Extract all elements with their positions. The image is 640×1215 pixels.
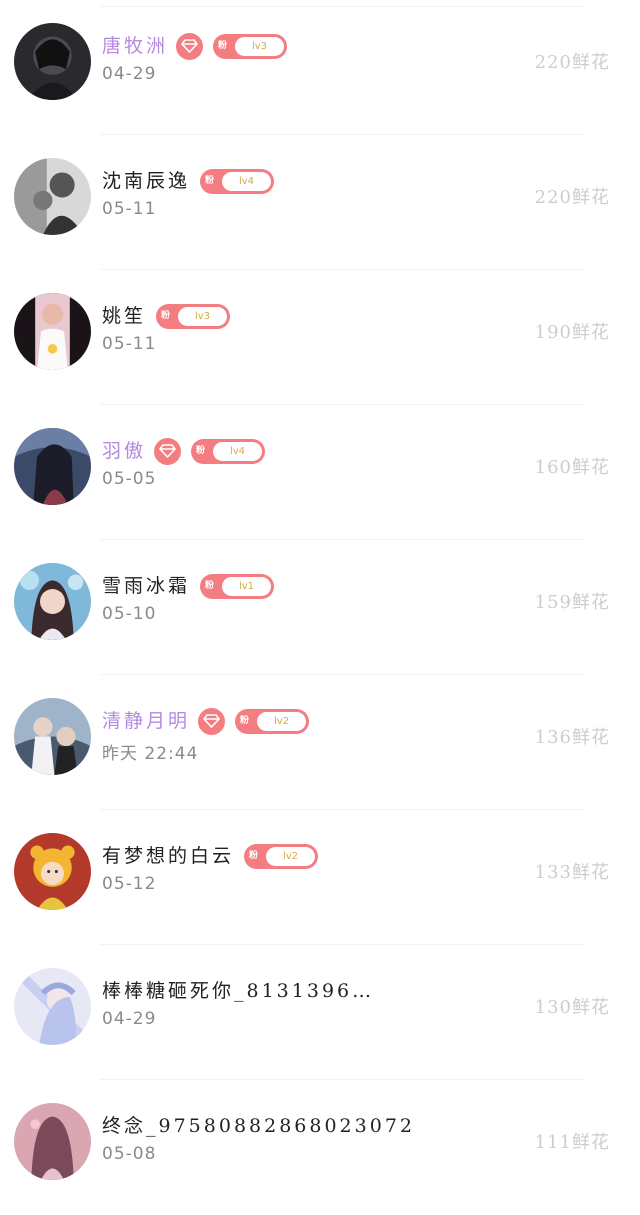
flower-count: 190鲜花 — [535, 318, 610, 344]
fan-tag: 粉 — [196, 445, 206, 456]
flower-value: 220 — [534, 52, 572, 73]
date: 05-10 — [102, 604, 157, 624]
fan-level-badge: 粉 lv3 — [213, 33, 288, 59]
flower-count: 159鲜花 — [535, 588, 610, 614]
flower-count: 133鲜花 — [535, 858, 610, 884]
avatar[interactable] — [14, 968, 91, 1045]
fan-tag: 粉 — [218, 40, 228, 51]
list-item[interactable]: 清静月明 粉 lv2 昨天 22:44 136鲜花 — [0, 675, 640, 810]
date: 05-11 — [102, 334, 157, 354]
avatar[interactable] — [14, 1103, 91, 1180]
avatar[interactable] — [14, 698, 91, 775]
flower-unit: 鲜花 — [572, 727, 610, 748]
flower-count: 111鲜花 — [535, 1128, 610, 1154]
flower-count: 136鲜花 — [535, 723, 610, 749]
fan-tag: 粉 — [205, 580, 215, 591]
flower-unit: 鲜花 — [572, 187, 610, 208]
fan-tag: 粉 — [240, 715, 250, 726]
list-item[interactable]: 雪雨冰霜 粉 lv1 05-10 159鲜花 — [0, 540, 640, 675]
diamond-icon — [176, 32, 204, 60]
diamond-icon — [198, 707, 226, 735]
flower-value: 133 — [534, 862, 572, 883]
user-name[interactable]: 雪雨冰霜 — [102, 571, 190, 601]
user-name[interactable]: 唐牧洲 — [102, 31, 168, 61]
name-line: 清静月明 粉 lv2 — [102, 706, 310, 736]
flower-value: 111 — [534, 1132, 572, 1153]
flower-unit: 鲜花 — [572, 1132, 610, 1153]
flower-count: 220鲜花 — [535, 183, 610, 209]
name-line: 羽傲 粉 lv4 — [102, 436, 266, 466]
user-name[interactable]: 棒棒糖砸死你_8131396… — [102, 976, 374, 1006]
date: 05-08 — [102, 1144, 157, 1164]
fan-level: lv1 — [238, 580, 255, 592]
user-name[interactable]: 姚笙 — [102, 301, 146, 331]
fan-level-badge: 粉 lv2 — [244, 843, 319, 869]
name-line: 沈南辰逸 粉 lv4 — [102, 166, 275, 196]
name-line: 棒棒糖砸死你_8131396… — [102, 976, 374, 1006]
fan-level-badge: 粉 lv4 — [191, 438, 266, 464]
date: 05-05 — [102, 469, 157, 489]
list-item[interactable]: 羽傲 粉 lv4 05-05 160鲜花 — [0, 405, 640, 540]
fan-level: lv3 — [194, 310, 211, 322]
avatar[interactable] — [14, 428, 91, 505]
user-name[interactable]: 终念_97580882868023072 — [102, 1111, 415, 1141]
fan-tag: 粉 — [161, 310, 171, 321]
fan-level-badge: 粉 lv2 — [235, 708, 310, 734]
fan-level-badge: 粉 lv3 — [156, 303, 231, 329]
name-line: 姚笙 粉 lv3 — [102, 301, 231, 331]
date: 04-29 — [102, 64, 157, 84]
fan-level: lv4 — [238, 175, 255, 187]
diamond-icon — [154, 437, 182, 465]
fan-tag: 粉 — [205, 175, 215, 186]
fan-level: lv2 — [282, 850, 299, 862]
avatar[interactable] — [14, 158, 91, 235]
name-line: 有梦想的白云 粉 lv2 — [102, 841, 319, 871]
fan-level: lv3 — [251, 40, 268, 52]
flower-unit: 鲜花 — [572, 997, 610, 1018]
fan-level: lv2 — [273, 715, 290, 727]
list-item[interactable]: 唐牧洲 粉 lv3 04-29 220鲜花 — [0, 0, 640, 135]
list-item[interactable]: 姚笙 粉 lv3 05-11 190鲜花 — [0, 270, 640, 405]
fan-level-badge: 粉 lv4 — [200, 168, 275, 194]
user-name[interactable]: 清静月明 — [102, 706, 190, 736]
list-item[interactable]: 沈南辰逸 粉 lv4 05-11 220鲜花 — [0, 135, 640, 270]
flower-count: 220鲜花 — [535, 48, 610, 74]
flower-value: 136 — [534, 727, 572, 748]
date: 05-12 — [102, 874, 157, 894]
fan-tag: 粉 — [249, 850, 259, 861]
fan-level: lv4 — [229, 445, 246, 457]
name-line: 终念_97580882868023072 — [102, 1111, 415, 1141]
flower-count: 130鲜花 — [535, 993, 610, 1019]
date: 04-29 — [102, 1009, 157, 1029]
flower-unit: 鲜花 — [572, 862, 610, 883]
avatar[interactable] — [14, 563, 91, 640]
user-name[interactable]: 有梦想的白云 — [102, 841, 234, 871]
user-name[interactable]: 羽傲 — [102, 436, 146, 466]
avatar[interactable] — [14, 23, 91, 100]
flower-unit: 鲜花 — [572, 592, 610, 613]
avatar[interactable] — [14, 833, 91, 910]
avatar[interactable] — [14, 293, 91, 370]
flower-unit: 鲜花 — [572, 457, 610, 478]
list-item[interactable]: 终念_97580882868023072 05-08 111鲜花 — [0, 1080, 640, 1215]
flower-value: 190 — [534, 322, 572, 343]
flower-ranking-list: 唐牧洲 粉 lv3 04-29 220鲜花 沈南辰逸 粉 lv4 05-11 220… — [0, 0, 640, 1215]
flower-unit: 鲜花 — [572, 322, 610, 343]
flower-unit: 鲜花 — [572, 52, 610, 73]
date: 05-11 — [102, 199, 157, 219]
fan-level-badge: 粉 lv1 — [200, 573, 275, 599]
flower-value: 160 — [534, 457, 572, 478]
name-line: 雪雨冰霜 粉 lv1 — [102, 571, 275, 601]
user-name[interactable]: 沈南辰逸 — [102, 166, 190, 196]
list-item[interactable]: 有梦想的白云 粉 lv2 05-12 133鲜花 — [0, 810, 640, 945]
name-line: 唐牧洲 粉 lv3 — [102, 31, 288, 61]
flower-value: 130 — [534, 997, 572, 1018]
flower-value: 220 — [534, 187, 572, 208]
date: 昨天 22:44 — [102, 744, 199, 764]
flower-value: 159 — [534, 592, 572, 613]
list-item[interactable]: 棒棒糖砸死你_8131396… 04-29 130鲜花 — [0, 945, 640, 1080]
flower-count: 160鲜花 — [535, 453, 610, 479]
